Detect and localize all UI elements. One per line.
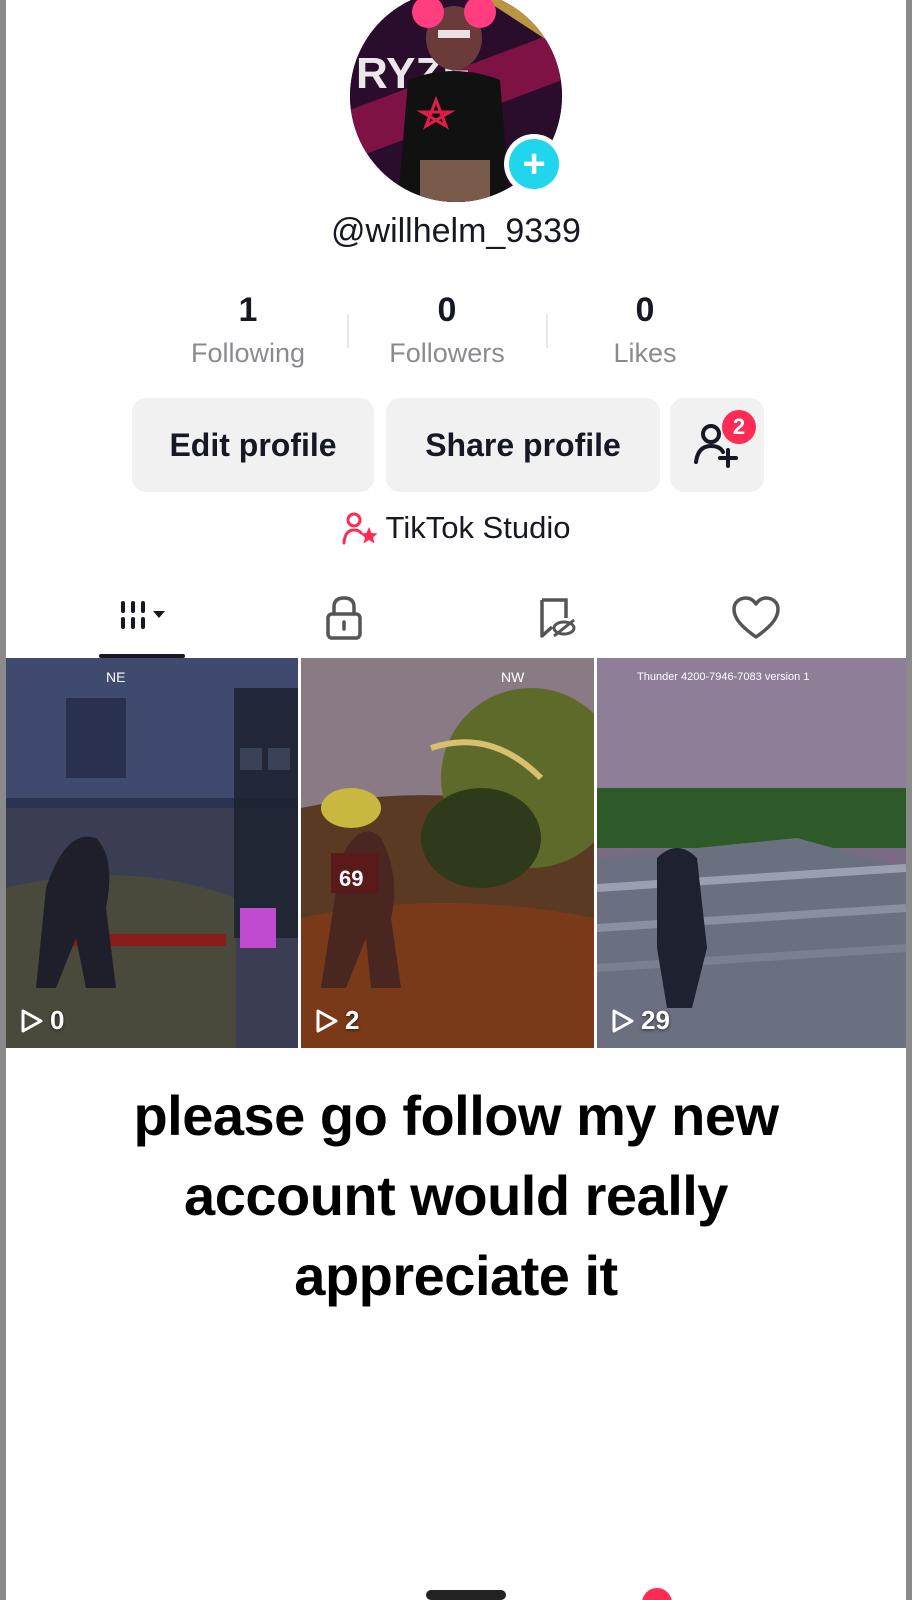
username: @willhelm_9339 bbox=[331, 212, 581, 250]
tab-reposts[interactable] bbox=[496, 586, 616, 650]
stat-value: 1 bbox=[238, 291, 258, 329]
video-hud-text: NE bbox=[106, 669, 125, 685]
view-count: 0 bbox=[20, 1005, 64, 1036]
stats-divider bbox=[546, 314, 548, 348]
play-icon bbox=[316, 1009, 338, 1032]
view-count: 29 bbox=[611, 1005, 670, 1036]
share-profile-button[interactable]: Share profile bbox=[386, 398, 660, 492]
add-story-button[interactable]: + bbox=[504, 134, 564, 194]
profile-page: RYZE + @willhelm_9339 1 Following 0 Foll… bbox=[6, 0, 906, 1600]
tiktok-studio-link[interactable]: TikTok Studio bbox=[6, 510, 906, 546]
video-grid: NE 0 69 NW 2 Thunder 4200-7946-7083 vers… bbox=[6, 658, 906, 1048]
stat-label: Followers bbox=[389, 338, 505, 368]
stat-value: 0 bbox=[437, 291, 457, 329]
edit-profile-button[interactable]: Edit profile bbox=[132, 398, 374, 492]
view-count-value: 2 bbox=[345, 1005, 360, 1035]
stat-label: Following bbox=[190, 338, 306, 368]
video-thumbnail[interactable]: 69 NW 2 bbox=[301, 658, 594, 1048]
profile-tabs bbox=[6, 586, 906, 658]
tab-liked[interactable] bbox=[696, 586, 816, 650]
video-thumbnail-art: NE bbox=[6, 658, 298, 1048]
video-thumbnail-art: 69 NW bbox=[301, 658, 594, 1048]
notification-dot bbox=[642, 1588, 672, 1600]
video-thumbnail-art: Thunder 4200-7946-7083 version 1 bbox=[597, 658, 906, 1048]
jersey-number: 69 bbox=[339, 866, 363, 891]
bottom-nav-hint bbox=[426, 1590, 506, 1600]
studio-icon bbox=[342, 512, 378, 545]
stat-label: Likes bbox=[613, 338, 677, 368]
tab-videos[interactable] bbox=[82, 586, 202, 650]
stat-following[interactable]: 1 Following bbox=[148, 288, 348, 369]
stat-value: 0 bbox=[635, 291, 655, 329]
studio-label: TikTok Studio bbox=[385, 510, 571, 545]
play-icon bbox=[21, 1009, 43, 1032]
friend-request-badge: 2 bbox=[722, 410, 756, 444]
videos-grid-icon bbox=[121, 601, 165, 629]
video-thumbnail[interactable]: NE 0 bbox=[6, 658, 298, 1048]
view-count: 2 bbox=[315, 1005, 359, 1036]
stat-followers[interactable]: 0 Followers bbox=[347, 288, 547, 369]
view-count-value: 29 bbox=[641, 1005, 670, 1035]
plus-icon: + bbox=[509, 139, 559, 189]
heart-icon bbox=[732, 596, 780, 639]
stats-divider bbox=[347, 314, 349, 348]
stats-row: 1 Following 0 Followers 0 Likes bbox=[6, 288, 906, 378]
caption-text: please go follow my new account would re… bbox=[133, 1084, 779, 1307]
avatar-container[interactable]: RYZE + bbox=[350, 0, 564, 202]
view-count-value: 0 bbox=[50, 1005, 65, 1035]
lock-icon bbox=[326, 596, 362, 640]
repost-hidden-icon bbox=[540, 598, 576, 638]
video-hud-text: NW bbox=[501, 669, 525, 685]
add-friends-button[interactable]: 2 bbox=[670, 398, 764, 492]
video-hud-text: Thunder 4200-7946-7083 version 1 bbox=[637, 671, 809, 683]
stat-likes[interactable]: 0 Likes bbox=[545, 288, 745, 369]
tab-private[interactable] bbox=[284, 586, 404, 650]
play-icon bbox=[612, 1009, 634, 1032]
video-thumbnail[interactable]: Thunder 4200-7946-7083 version 1 29 bbox=[597, 658, 906, 1048]
